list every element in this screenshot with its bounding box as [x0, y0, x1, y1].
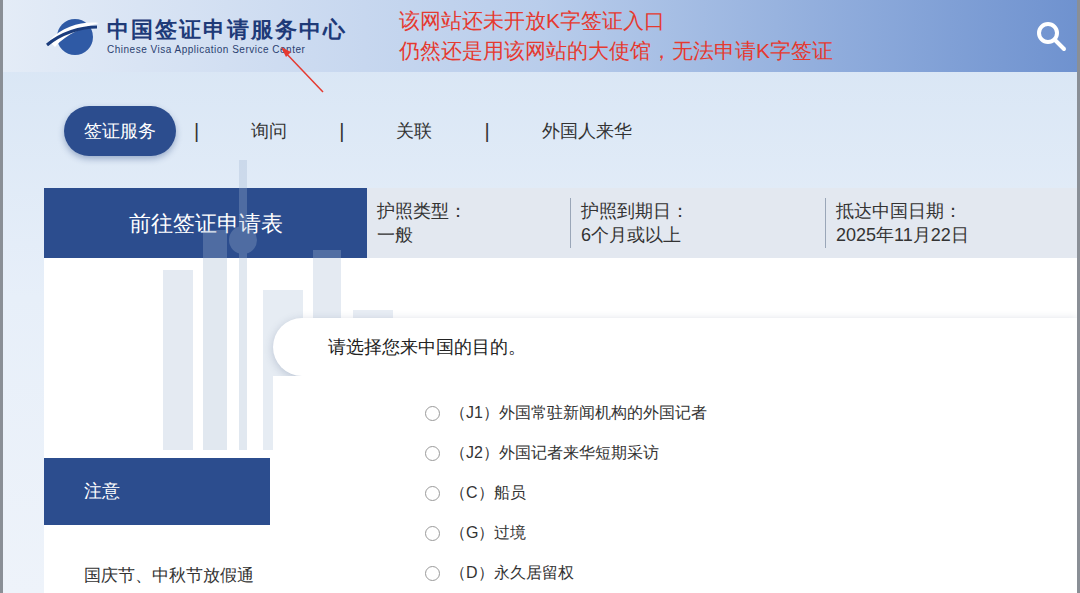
nav-item[interactable]: 询问 [217, 106, 321, 156]
annotation-line: 仍然还是用该网站的大使馆，无法申请K字签证 [399, 36, 833, 66]
page: 中国签证申请服务中心 Chinese Visa Application Serv… [0, 0, 1080, 593]
radio-button[interactable] [425, 486, 440, 501]
field-label: 护照到期日： [581, 199, 825, 223]
notice-title-text: 注意 [84, 478, 120, 505]
logo-cn: 中国签证申请服务中心 [107, 16, 347, 44]
purpose-option[interactable]: （C）船员 [425, 473, 1077, 513]
logo-en: Chinese Visa Application Service Center [107, 44, 347, 57]
option-label: （J2）外国记者来华短期采访 [450, 441, 659, 465]
nav-item[interactable]: 签证服务 [64, 106, 176, 156]
field-value: 一般 [377, 223, 570, 247]
radio-button[interactable] [425, 446, 440, 461]
field-label: 护照类型： [377, 199, 570, 223]
passport-field: 护照到期日：6个月或以上 [570, 198, 825, 248]
option-label: （C）船员 [450, 481, 526, 505]
passport-field: 护照类型：一般 [367, 198, 570, 248]
purpose-option[interactable]: （J2）外国记者来华短期采访 [425, 433, 1077, 473]
radio-button[interactable] [425, 526, 440, 541]
purpose-options: （J1）外国常驻新闻机构的外国记者 （J2）外国记者来华短期采访 （C）船员 （G）过… [273, 376, 1077, 593]
field-value: 2025年11月22日 [836, 223, 1077, 247]
purpose-option[interactable]: （J1）外国常驻新闻机构的外国记者 [425, 393, 1077, 433]
logo-text[interactable]: 中国签证申请服务中心 Chinese Visa Application Serv… [107, 16, 347, 56]
option-label: （D）永久居留权 [450, 561, 574, 585]
annotation-arrow-icon [273, 40, 333, 96]
notice-title: 注意 [44, 458, 270, 525]
passport-info: 护照类型：一般护照到期日：6个月或以上抵达中国日期：2025年11月22日 [367, 188, 1077, 258]
radio-button[interactable] [425, 566, 440, 581]
purpose-prompt[interactable]: 请选择您来中国的目的。 [273, 318, 1077, 376]
passport-field: 抵达中国日期：2025年11月22日 [825, 198, 1077, 248]
main-nav: 签证服务 | 询问 | 关联 | 外国人来华 [64, 106, 1077, 156]
purpose-option[interactable]: （G）过境 [425, 513, 1077, 553]
purpose-prompt-text: 请选择您来中国的目的。 [328, 334, 526, 361]
nav-item[interactable]: 关联 [362, 106, 466, 156]
nav-separator: | [484, 116, 489, 146]
option-label: （G）过境 [450, 521, 526, 545]
annotation: 该网站还未开放K字签证入口 仍然还是用该网站的大使馆，无法申请K字签证 [399, 6, 833, 66]
globe-logo-icon [45, 11, 101, 61]
field-label: 抵达中国日期： [836, 199, 1077, 223]
application-bar: 前往签证申请表 护照类型：一般护照到期日：6个月或以上抵达中国日期：2025年1… [44, 188, 1077, 258]
annotation-line: 该网站还未开放K字签证入口 [399, 6, 833, 36]
purpose-dropdown: 请选择您来中国的目的。 （J1）外国常驻新闻机构的外国记者 （J2）外国记者来华短… [273, 318, 1077, 593]
search-icon[interactable] [1035, 20, 1067, 52]
field-value: 6个月或以上 [581, 223, 825, 247]
option-label: （J1）外国常驻新闻机构的外国记者 [450, 401, 707, 425]
header: 中国签证申请服务中心 Chinese Visa Application Serv… [3, 0, 1077, 72]
nav-separator: | [194, 116, 199, 146]
purpose-option[interactable]: （D）永久居留权 [425, 553, 1077, 593]
nav-item[interactable]: 外国人来华 [508, 106, 666, 156]
nav-separator: | [339, 116, 344, 146]
radio-button[interactable] [425, 406, 440, 421]
